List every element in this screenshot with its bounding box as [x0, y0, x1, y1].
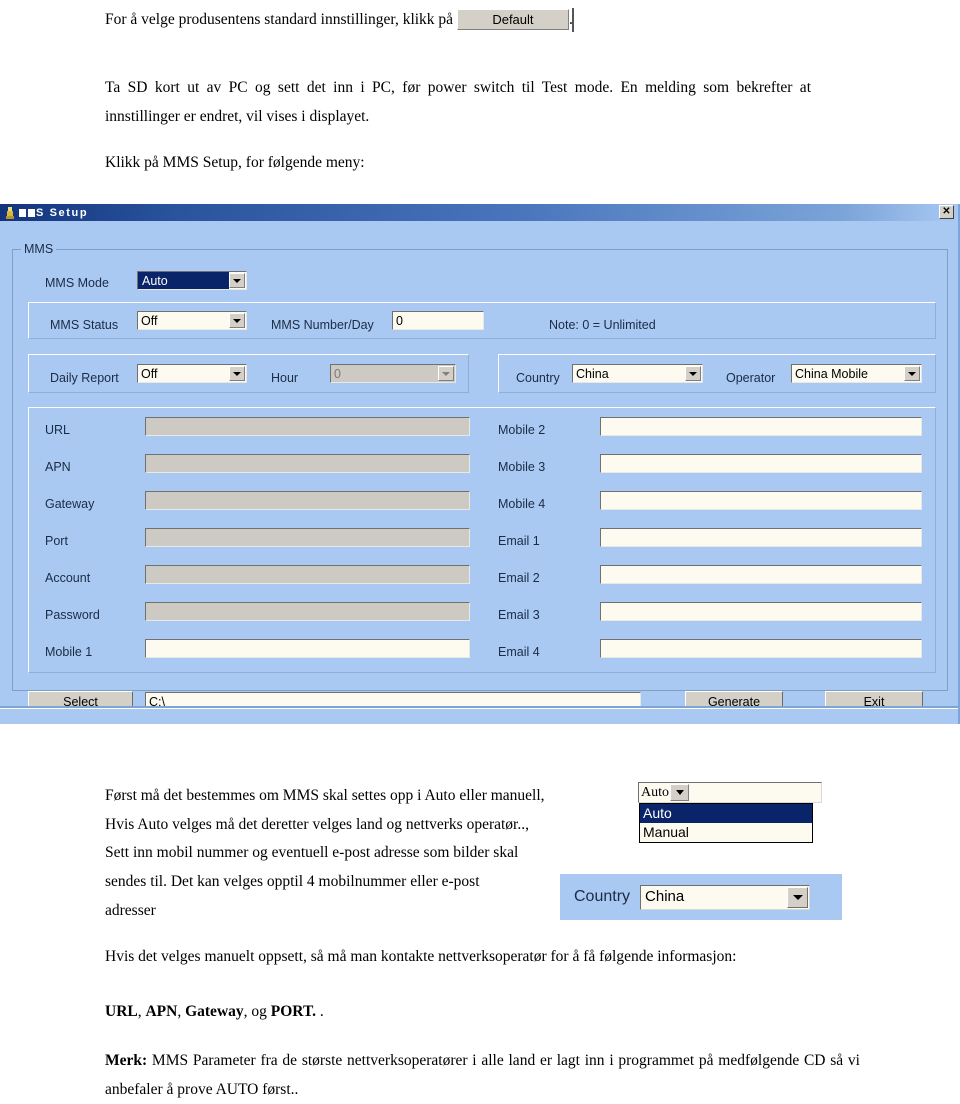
right-field-label-5: Email 3 [498, 608, 540, 622]
country-snippet-value: China [645, 887, 685, 905]
left-field-label-1: APN [45, 460, 71, 474]
left-field-input-3 [145, 528, 470, 547]
merk-text: MMS Parameter fra de største nettverksop… [105, 1052, 860, 1098]
right-field-label-6: Email 4 [498, 645, 540, 659]
unlimited-note: Note: 0 = Unlimited [549, 318, 656, 332]
default-button[interactable]: Default [456, 7, 574, 32]
left-field-label-2: Gateway [45, 497, 95, 511]
info-url: URL [105, 1003, 138, 1020]
daily-report-value: Off [141, 367, 158, 381]
chevron-down-icon[interactable] [685, 366, 701, 381]
left-field-label-0: URL [45, 423, 71, 437]
right-field-input-6[interactable] [600, 639, 922, 658]
left-field-input-1 [145, 454, 470, 473]
window-title: S Setup [19, 207, 88, 219]
paragraph-merk-note: Merk: MMS Parameter fra de største nettv… [105, 1047, 860, 1104]
info-tail: . [316, 1003, 324, 1020]
chevron-down-icon[interactable] [229, 313, 245, 328]
right-field-input-2[interactable] [600, 491, 922, 510]
mms-mode-dropdown-closed-part[interactable]: Auto [638, 782, 822, 803]
paragraph-mms-mode-line2: Hvis Auto velges må det deretter velges … [105, 815, 529, 833]
mms-groupbox-label: MMS [21, 242, 57, 256]
chevron-down-icon[interactable] [787, 886, 809, 908]
mms-status-value: Off [141, 314, 158, 328]
mms-mode-dropdown-current: Auto [641, 785, 669, 800]
paragraph-mms-mode-line1: Først må det bestemmes om MMS skal sette… [105, 787, 545, 804]
country-snippet-combo[interactable]: China [640, 884, 811, 910]
right-field-input-1[interactable] [600, 454, 922, 473]
country-label: Country [516, 371, 560, 385]
left-field-input-2 [145, 491, 470, 510]
mms-mode-option-list: Auto Manual [639, 803, 813, 843]
dialog-body: MMS MMS Mode Auto MMS Status Off MMS Num… [0, 221, 958, 724]
mms-status-combo[interactable]: Off [137, 311, 247, 330]
operator-value: China Mobile [795, 367, 868, 381]
left-field-label-5: Password [45, 608, 100, 622]
info-port: PORT. [270, 1003, 317, 1020]
paragraph-mms-mode-line5: adresser [105, 901, 156, 919]
merk-label: Merk: [105, 1052, 148, 1069]
right-field-input-0[interactable] [600, 417, 922, 436]
right-field-input-5[interactable] [600, 602, 922, 621]
mms-setup-window: S Setup ✕ MMS MMS Mode Auto MMS Status O… [0, 204, 960, 724]
left-field-label-4: Account [45, 571, 91, 585]
hour-combo[interactable]: 0 [330, 364, 456, 383]
right-field-label-0: Mobile 2 [498, 423, 546, 437]
country-combo[interactable]: China [572, 364, 703, 383]
paragraph-required-info: URL, APN, Gateway, og PORT. . [105, 998, 705, 1027]
paragraph-mms-mode-line4: sendes til. Det kan velges opptil 4 mobi… [105, 873, 480, 891]
left-field-input-6[interactable] [145, 639, 470, 658]
paragraph-mms-setup-instruction: Klikk på MMS Setup, for følgende meny: [105, 154, 365, 171]
right-field-input-4[interactable] [600, 565, 922, 584]
daily-report-combo[interactable]: Off [137, 364, 247, 383]
hour-label: Hour [271, 371, 299, 385]
country-dropdown-snippet: Country China [560, 874, 842, 920]
paragraph-default-instruction: For å velge produsentens standard innsti… [105, 6, 705, 35]
chevron-down-icon[interactable] [904, 366, 920, 381]
close-icon[interactable]: ✕ [939, 205, 954, 219]
right-field-label-4: Email 2 [498, 571, 540, 585]
left-field-label-6: Mobile 1 [45, 645, 93, 659]
paragraph-sd-card-instruction: Ta SD kort ut av PC og sett det inn i PC… [105, 79, 811, 125]
operator-label: Operator [726, 371, 776, 385]
paragraph-manual-setup: Hvis det velges manuelt oppsett, så må m… [105, 948, 737, 965]
chevron-down-icon[interactable] [229, 366, 245, 381]
info-apn: APN [145, 1003, 178, 1020]
left-field-label-3: Port [45, 534, 68, 548]
mms-number-per-day-input[interactable]: 0 [392, 311, 484, 330]
chevron-down-icon[interactable] [670, 784, 689, 801]
right-field-label-2: Mobile 4 [498, 497, 546, 511]
right-field-label-1: Mobile 3 [498, 460, 546, 474]
hour-value: 0 [334, 367, 341, 381]
app-icon [4, 206, 16, 219]
mms-mode-value: Auto [138, 272, 229, 289]
left-field-input-0 [145, 417, 470, 436]
sep-2: , [177, 1003, 186, 1020]
operator-combo[interactable]: China Mobile [791, 364, 922, 383]
right-field-input-3[interactable] [600, 528, 922, 547]
mms-status-label: MMS Status [50, 318, 119, 332]
country-value: China [576, 367, 609, 381]
mms-number-per-day-label: MMS Number/Day [271, 318, 374, 332]
left-field-input-4 [145, 565, 470, 584]
paragraph-default-text-before: For å velge produsentens standard innsti… [105, 11, 454, 28]
mms-mode-option-manual[interactable]: Manual [640, 823, 812, 842]
window-titlebar[interactable]: S Setup ✕ [0, 204, 958, 221]
mms-mode-dropdown-snippet: Auto Auto Manual [638, 782, 822, 843]
sep-3: , og [243, 1003, 271, 1020]
country-snippet-label: Country [574, 888, 631, 905]
mms-mode-option-auto[interactable]: Auto [640, 804, 812, 823]
chevron-down-icon[interactable] [438, 366, 454, 381]
paragraph-mms-mode-line3: Sett inn mobil nummer og eventuell e-pos… [105, 844, 519, 862]
mms-mode-label: MMS Mode [45, 276, 109, 290]
daily-report-label: Daily Report [50, 371, 119, 385]
right-field-label-3: Email 1 [498, 534, 540, 548]
status-bar [0, 706, 958, 724]
chevron-down-icon[interactable] [229, 273, 245, 288]
mms-mode-combo[interactable]: Auto [137, 271, 247, 290]
left-field-input-5 [145, 602, 470, 621]
info-gateway: Gateway [185, 1003, 244, 1020]
